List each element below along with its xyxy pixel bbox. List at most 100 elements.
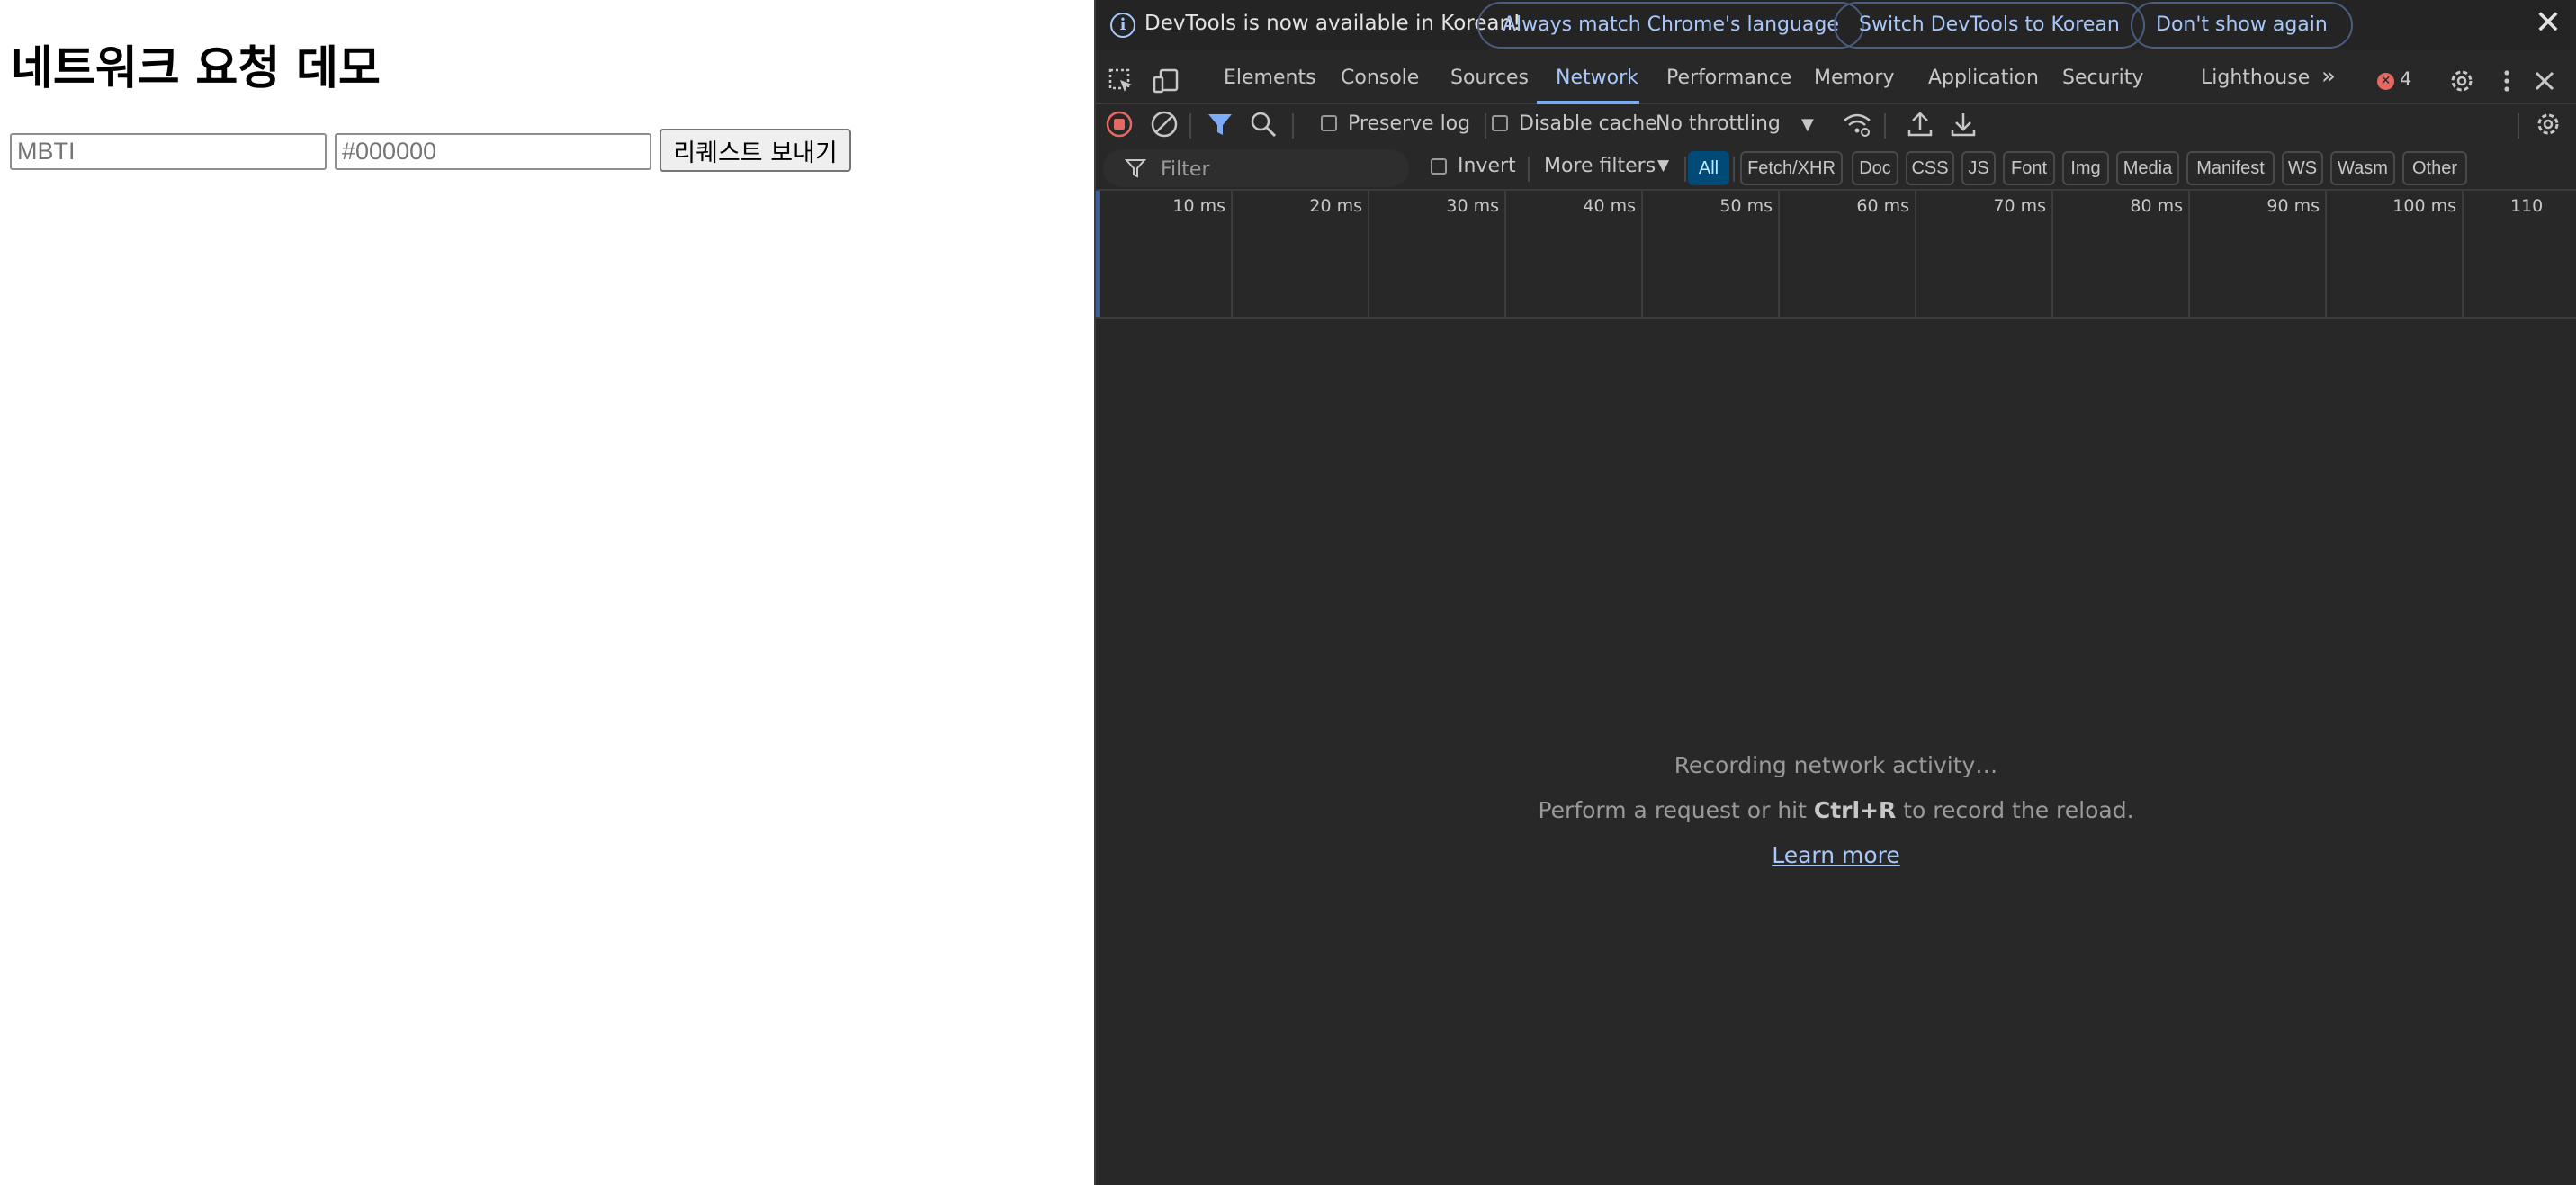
- filter-type-fetch-xhr[interactable]: Fetch/XHR: [1740, 151, 1843, 185]
- filter-type-wasm[interactable]: Wasm: [2330, 151, 2395, 185]
- filter-bar: Filter Invert More filters ▼ All Fetch/X…: [1096, 146, 2576, 191]
- network-toolbar: Preserve log Disable cache No throttling…: [1096, 104, 2576, 146]
- disable-cache-label: Disable cache: [1519, 112, 1657, 135]
- disable-cache-checkbox[interactable]: [1492, 115, 1508, 131]
- timeline-tick-label: 90 ms: [2266, 196, 2320, 216]
- timeline-tick-label: 50 ms: [1719, 196, 1773, 216]
- kebab-menu-icon[interactable]: [2492, 67, 2521, 95]
- settings-gear-icon[interactable]: [2447, 67, 2476, 95]
- timeline-gridline: [2462, 191, 2464, 317]
- toolbar-divider: [1485, 113, 1486, 139]
- filter-placeholder: Filter: [1161, 158, 1210, 181]
- tab-lighthouse[interactable]: Lighthouse: [2201, 67, 2310, 89]
- toolbar-divider: [1189, 113, 1191, 139]
- overview-range-handle[interactable]: [1096, 191, 1100, 317]
- more-filters-dropdown[interactable]: More filters: [1544, 155, 1656, 177]
- page-title: 네트워크 요청 데모: [11, 42, 381, 95]
- error-icon: ✕: [2377, 73, 2394, 90]
- language-infobar: i DevTools is now available in Korean! A…: [1096, 0, 2576, 50]
- chevron-down-icon[interactable]: ▼: [1801, 115, 1814, 134]
- filter-input[interactable]: Filter: [1103, 149, 1409, 187]
- filter-type-all[interactable]: All: [1688, 151, 1729, 185]
- filter-type-js[interactable]: JS: [1961, 151, 1996, 185]
- invert-label: Invert: [1458, 155, 1516, 177]
- filter-type-ws[interactable]: WS: [2282, 151, 2323, 185]
- filter-type-css[interactable]: CSS: [1906, 151, 1954, 185]
- web-page: 네트워크 요청 데모 리퀘스트 보내기: [0, 0, 1094, 1185]
- info-icon: i: [1110, 13, 1135, 38]
- timeline-overview[interactable]: 10 ms 20 ms 30 ms 40 ms 50 ms 60 ms 70 m…: [1096, 191, 2576, 319]
- preserve-log-label: Preserve log: [1348, 112, 1471, 135]
- tab-application[interactable]: Application: [1928, 67, 2039, 89]
- throttling-select[interactable]: No throttling: [1656, 112, 1781, 135]
- close-icon[interactable]: ✕: [2535, 5, 2562, 41]
- toolbar-divider: [1528, 157, 1530, 182]
- learn-more-link[interactable]: Learn more: [1096, 842, 2576, 868]
- timeline-tick-label: 30 ms: [1446, 196, 1499, 216]
- clear-log-icon[interactable]: [1150, 110, 1179, 139]
- timeline-tick-label: 100 ms: [2392, 196, 2456, 216]
- color-input[interactable]: [335, 133, 651, 170]
- record-reload-hint: Perform a request or hit Ctrl+R to recor…: [1096, 797, 2576, 823]
- invert-checkbox[interactable]: [1431, 158, 1447, 175]
- toolbar-divider: [1684, 157, 1686, 182]
- more-tabs-chevron-icon[interactable]: »: [2321, 63, 2336, 90]
- always-match-language-button[interactable]: Always match Chrome's language: [1477, 2, 1864, 49]
- send-request-button[interactable]: 리퀘스트 보내기: [660, 129, 851, 172]
- tab-memory[interactable]: Memory: [1814, 67, 1894, 89]
- timeline-gridline: [1231, 191, 1233, 317]
- hint-suffix: to record the reload.: [1896, 797, 2134, 823]
- timeline-tick-label: 20 ms: [1309, 196, 1362, 216]
- network-conditions-wifi-icon[interactable]: [1843, 110, 1871, 139]
- preserve-log-checkbox[interactable]: [1321, 115, 1337, 131]
- error-counter[interactable]: ✕ 4: [2377, 68, 2411, 90]
- filter-funnel-icon[interactable]: [1206, 110, 1234, 139]
- close-devtools-icon[interactable]: [2530, 67, 2559, 95]
- timeline-tick-label: 80 ms: [2130, 196, 2183, 216]
- timeline-gridline: [1641, 191, 1643, 317]
- hint-shortcut: Ctrl+R: [1813, 797, 1897, 823]
- chevron-down-icon[interactable]: ▼: [1657, 157, 1669, 175]
- switch-to-korean-button[interactable]: Switch DevTools to Korean: [1834, 2, 2145, 49]
- timeline-gridline: [1368, 191, 1369, 317]
- timeline-tick-label: 110: [2510, 196, 2544, 216]
- toolbar-divider: [1733, 157, 1735, 182]
- toolbar-divider: [1884, 113, 1886, 139]
- mbti-input[interactable]: [10, 133, 327, 170]
- tab-console[interactable]: Console: [1341, 67, 1419, 89]
- devtools-tabbar: Elements Console Sources Network Perform…: [1096, 54, 2576, 104]
- network-empty-state: Recording network activity… Perform a re…: [1096, 319, 2576, 1185]
- dont-show-again-button[interactable]: Don't show again: [2131, 2, 2353, 49]
- filter-type-doc[interactable]: Doc: [1852, 151, 1898, 185]
- filter-type-img[interactable]: Img: [2062, 151, 2109, 185]
- devtools-panel: i DevTools is now available in Korean! A…: [1094, 0, 2576, 1185]
- timeline-gridline: [2188, 191, 2190, 317]
- device-toolbar-icon[interactable]: [1152, 67, 1180, 95]
- tab-sources[interactable]: Sources: [1450, 67, 1529, 89]
- timeline-tick-label: 40 ms: [1583, 196, 1636, 216]
- stop-recording-icon[interactable]: [1105, 110, 1134, 139]
- inspect-element-icon[interactable]: [1107, 67, 1135, 95]
- tab-network[interactable]: Network: [1556, 67, 1638, 89]
- search-icon[interactable]: [1249, 110, 1278, 139]
- filter-type-other[interactable]: Other: [2402, 151, 2467, 185]
- timeline-tick-label: 70 ms: [1993, 196, 2046, 216]
- tab-security[interactable]: Security: [2062, 67, 2143, 89]
- timeline-tick-label: 60 ms: [1856, 196, 1909, 216]
- timeline-gridline: [1778, 191, 1780, 317]
- filter-icon: [1125, 159, 1146, 178]
- tab-elements[interactable]: Elements: [1224, 67, 1316, 89]
- export-har-download-icon[interactable]: [1949, 110, 1978, 139]
- tab-performance[interactable]: Performance: [1666, 67, 1791, 89]
- recording-status-text: Recording network activity…: [1674, 752, 1998, 778]
- timeline-gridline: [2325, 191, 2327, 317]
- toolbar-divider: [1292, 113, 1294, 139]
- learn-more-label[interactable]: Learn more: [1772, 842, 1900, 868]
- filter-type-font[interactable]: Font: [2003, 151, 2055, 185]
- filter-type-media[interactable]: Media: [2116, 151, 2179, 185]
- timeline-gridline: [1504, 191, 1506, 317]
- timeline-gridline: [1915, 191, 1916, 317]
- import-har-upload-icon[interactable]: [1906, 110, 1934, 139]
- network-settings-gear-icon[interactable]: [2534, 110, 2563, 139]
- filter-type-manifest[interactable]: Manifest: [2186, 151, 2275, 185]
